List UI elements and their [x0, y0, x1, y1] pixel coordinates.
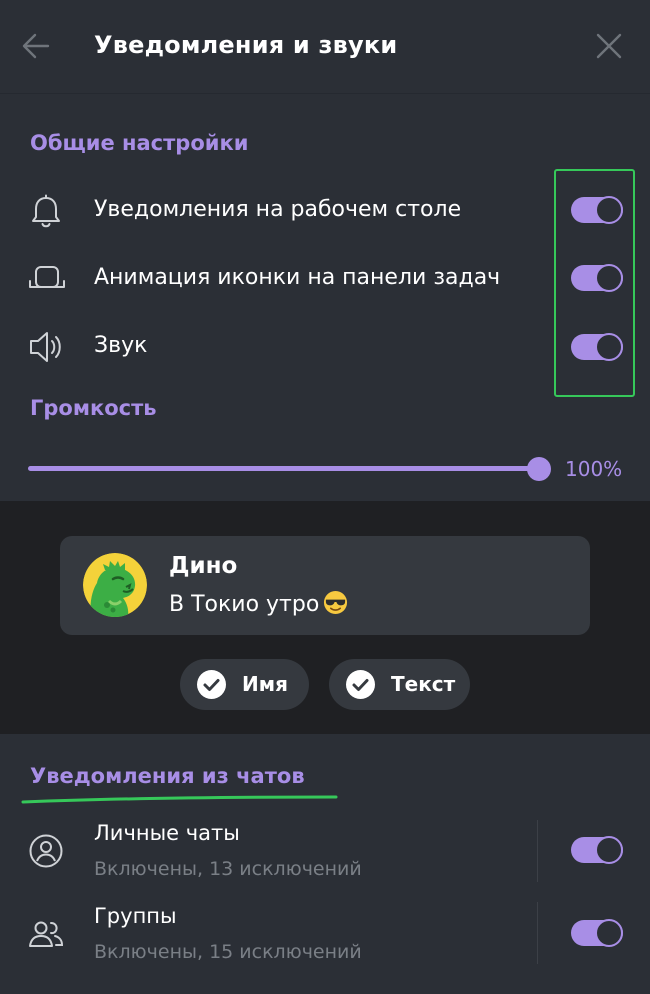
general-section-title: Общие настройки: [30, 131, 249, 155]
preview-message: В Токио утро: [169, 590, 348, 617]
volume-section-title: Громкость: [30, 396, 157, 420]
volume-slider-thumb[interactable]: [527, 457, 551, 481]
close-icon: [596, 33, 622, 59]
highlight-underline: [21, 795, 338, 804]
taskbar-animation-label: Анимация иконки на панели задач: [94, 265, 501, 290]
notification-preview-area: Дино В Токио утро Имя Текст: [0, 501, 650, 734]
speaker-icon: [30, 332, 61, 362]
groups-toggle[interactable]: [571, 919, 623, 947]
sunglasses-emoji-icon: [324, 590, 348, 615]
close-button[interactable]: [594, 31, 626, 61]
groups-subtitle: Включены, 15 исключений: [94, 941, 362, 963]
show-name-chip[interactable]: Имя: [180, 659, 309, 710]
sound-row[interactable]: Звук: [0, 317, 650, 377]
divider: [537, 902, 538, 964]
chats-section-title: Уведомления из чатов: [30, 764, 305, 788]
checkmark-icon: [197, 670, 226, 699]
bell-icon: [32, 194, 60, 228]
users-icon: [29, 921, 64, 947]
checkmark-icon: [346, 670, 375, 699]
preview-message-text: В Токио утро: [169, 592, 320, 617]
private-chats-toggle[interactable]: [571, 836, 623, 864]
header-bar: Уведомления и звуки: [0, 0, 650, 94]
avatar: [83, 553, 147, 617]
sound-label: Звук: [94, 333, 148, 358]
toggle-knob: [595, 836, 623, 864]
toggles-highlight-box: [554, 169, 635, 397]
private-chats-subtitle: Включены, 13 исключений: [94, 858, 362, 880]
arrow-left-icon: [22, 33, 50, 59]
volume-value: 100%: [565, 457, 623, 481]
preview-sender-name: Дино: [169, 553, 238, 579]
taskbar-animation-row[interactable]: Анимация иконки на панели задач: [0, 249, 650, 309]
volume-slider-track[interactable]: [28, 466, 540, 471]
show-text-chip[interactable]: Текст: [329, 659, 470, 710]
groups-title: Группы: [94, 904, 177, 928]
show-name-label: Имя: [242, 672, 288, 696]
back-button[interactable]: [20, 30, 52, 62]
toggle-knob: [595, 919, 623, 947]
page-title: Уведомления и звуки: [94, 31, 398, 59]
user-circle-icon: [29, 834, 63, 868]
divider: [537, 820, 538, 882]
dino-avatar-icon: [83, 553, 147, 617]
notification-preview-card: Дино В Токио утро: [60, 536, 590, 635]
desktop-notifications-label: Уведомления на рабочем столе: [94, 197, 462, 222]
private-chats-row[interactable]: Личные чаты Включены, 13 исключений: [0, 816, 650, 898]
taskbar-icon: [29, 266, 65, 288]
groups-row[interactable]: Группы Включены, 15 исключений: [0, 898, 650, 980]
show-text-label: Текст: [391, 672, 456, 696]
desktop-notifications-row[interactable]: Уведомления на рабочем столе: [0, 182, 650, 242]
private-chats-title: Личные чаты: [94, 821, 240, 845]
